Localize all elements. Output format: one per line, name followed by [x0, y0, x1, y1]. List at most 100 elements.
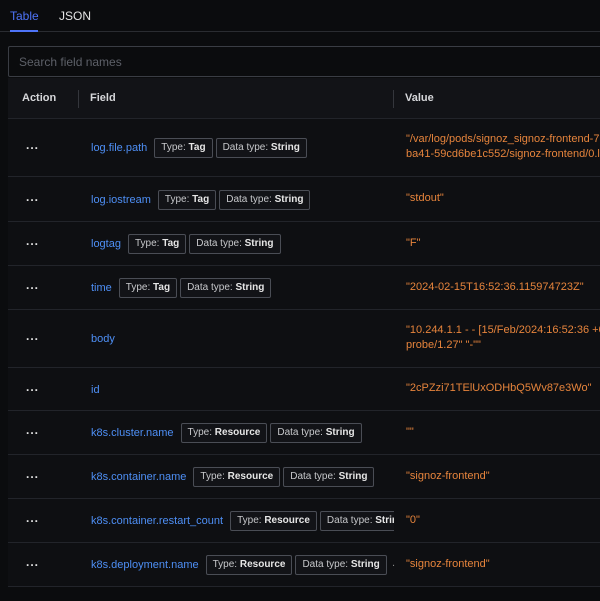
data-type-badge: Data type: String: [215, 138, 307, 158]
data-type-badge: Data type: String: [283, 467, 375, 487]
type-badge-value: Resource: [239, 559, 286, 570]
value-cell: "F": [406, 236, 600, 251]
type-badge-value: Resource: [227, 471, 274, 482]
field-cell: k8s.deployment.name Type: Resource Data ty…: [91, 550, 394, 580]
type-badge-value: Resource: [264, 515, 310, 526]
row-action-menu[interactable]: ...: [26, 278, 39, 292]
search-input[interactable]: [9, 47, 600, 76]
field-cell: time Type: Tag Data type: String: [91, 273, 394, 303]
type-badge: Type: Resource: [193, 467, 281, 487]
field-name-link[interactable]: id: [91, 384, 100, 396]
field-name-link[interactable]: k8s.deployment.name: [91, 559, 199, 571]
field-cell: id: [91, 375, 394, 405]
field-cell: log.file.path Type: Tag Data type: String: [91, 133, 394, 163]
type-badge-value: Tag: [162, 238, 180, 249]
table-row: ... k8s.deployment.name Type: Resource Data…: [8, 543, 600, 587]
value-text-line: "2024-02-15T16:52:36.115974723Z": [406, 280, 584, 293]
data-type-badge: Data type: String: [219, 189, 311, 210]
data-type-badge-value: String: [270, 142, 300, 153]
table-row: ... logtag Type: Tag Data type: String "F": [8, 222, 600, 266]
table-row: ... k8s.container.restart_count Type: Reso…: [8, 499, 600, 543]
data-type-badge-label: Data type:: [226, 193, 275, 205]
type-badge-value: Tag: [192, 193, 210, 205]
type-badge-label: Type:: [237, 515, 265, 526]
column-divider: [393, 90, 394, 108]
data-type-badge-label: Data type:: [290, 471, 339, 482]
table-row: ... id "2cPZzi71TElUxODHbQ5Wv87e3Wo": [8, 368, 600, 411]
data-type-badge-value: String: [350, 559, 380, 570]
fields-table: Action Field Value ... log.file.path Type:…: [8, 78, 600, 587]
table-row: ... k8s.container.name Type: Resource Data …: [8, 455, 600, 499]
value-text-line: "stdout": [406, 192, 444, 204]
row-action-menu[interactable]: ...: [26, 511, 39, 525]
value-cell: "": [406, 425, 600, 440]
row-action-menu[interactable]: ...: [26, 423, 39, 437]
field-name-link[interactable]: log.iostream: [91, 194, 151, 206]
field-name-link[interactable]: body: [91, 333, 115, 345]
field-cell: k8s.container.restart_count Type: Resourc…: [91, 506, 394, 536]
row-action-menu[interactable]: ...: [26, 190, 39, 204]
column-header-value: Value: [405, 92, 434, 104]
data-type-badge-value: String: [338, 471, 368, 482]
column-header-field: Field: [90, 92, 116, 104]
field-cell: body: [91, 324, 394, 354]
value-cell: "2024-02-15T16:52:36.115974723Z": [406, 280, 600, 295]
column-divider: [78, 90, 79, 108]
value-cell: "signoz-frontend": [406, 557, 600, 572]
table-header: Action Field Value: [8, 78, 600, 119]
field-name-link[interactable]: k8s.container.name: [91, 471, 186, 483]
row-action-menu[interactable]: ...: [26, 380, 39, 394]
data-type-badge-label: Data type:: [196, 238, 245, 249]
data-type-badge-value: String: [375, 515, 394, 526]
type-badge: Type: Tag: [127, 234, 187, 254]
type-badge-label: Type:: [200, 471, 228, 482]
type-badge: Type: Resource: [180, 423, 268, 443]
data-type-badge-label: Data type:: [222, 142, 271, 153]
type-badge: Type: Resource: [205, 555, 293, 575]
row-action-menu[interactable]: ...: [26, 467, 39, 481]
value-text-line: "F": [406, 236, 421, 249]
field-name-link[interactable]: time: [91, 282, 112, 294]
type-badge: Type: Tag: [118, 278, 178, 298]
search-box: [8, 46, 600, 77]
data-type-badge-value: String: [244, 238, 274, 249]
type-badge: Type: Resource: [230, 511, 317, 531]
data-type-badge-label: Data type:: [277, 427, 326, 438]
row-action-menu[interactable]: ...: [26, 234, 39, 248]
value-text-line: "/var/log/pods/signoz_signoz-frontend-7: [406, 133, 600, 145]
type-badge-label: Type:: [212, 559, 240, 570]
table-row: ... time Type: Tag Data type: String "2024-0…: [8, 266, 600, 310]
value-text-line: "10.244.1.1 - - [15/Feb/2024:16:52:36 +0…: [406, 324, 600, 336]
field-cell: k8s.cluster.name Type: Resource Data type:…: [91, 418, 394, 448]
field-name-link[interactable]: log.file.path: [91, 142, 147, 154]
row-action-menu[interactable]: ...: [26, 138, 39, 152]
field-name-link[interactable]: logtag: [91, 238, 121, 250]
type-badge: Type: Tag: [157, 189, 217, 210]
data-type-badge: Data type: String: [270, 423, 362, 443]
data-type-badge: Data type: String: [189, 234, 281, 254]
tab-json[interactable]: JSON: [59, 0, 91, 32]
tab-table[interactable]: Table: [10, 0, 40, 32]
value-cell: "2cPZzi71TElUxODHbQ5Wv87e3Wo": [406, 381, 600, 396]
type-badge-value: Resource: [214, 427, 261, 438]
table-row: ... k8s.cluster.name Type: Resource Data ty…: [8, 411, 600, 455]
value-text-line: "signoz-frontend": [406, 469, 490, 482]
field-cell: logtag Type: Tag Data type: String: [91, 229, 394, 259]
table-row: ... log.iostream Type: Tag Data type: Strin…: [8, 177, 600, 222]
value-text-line: probe/1.27" "-"": [406, 339, 481, 351]
table-body: ... log.file.path Type: Tag Data type: Stri…: [8, 119, 600, 587]
field-name-link[interactable]: k8s.cluster.name: [91, 427, 174, 439]
value-text-line: "signoz-frontend": [406, 557, 490, 570]
value-cell: "0": [406, 513, 600, 528]
row-action-menu[interactable]: ...: [26, 329, 39, 343]
field-name-link[interactable]: k8s.container.restart_count: [91, 515, 223, 527]
data-type-badge: Data type: String: [319, 511, 394, 531]
value-text-line: "0": [406, 513, 420, 526]
active-tab-indicator: [10, 30, 38, 32]
type-badge-label: Type:: [125, 282, 154, 293]
type-badge-value: Tag: [188, 142, 206, 153]
value-cell: "signoz-frontend": [406, 469, 600, 484]
type-badge-label: Type:: [161, 142, 189, 153]
column-header-action: Action: [22, 92, 57, 104]
row-action-menu[interactable]: ...: [26, 555, 39, 569]
